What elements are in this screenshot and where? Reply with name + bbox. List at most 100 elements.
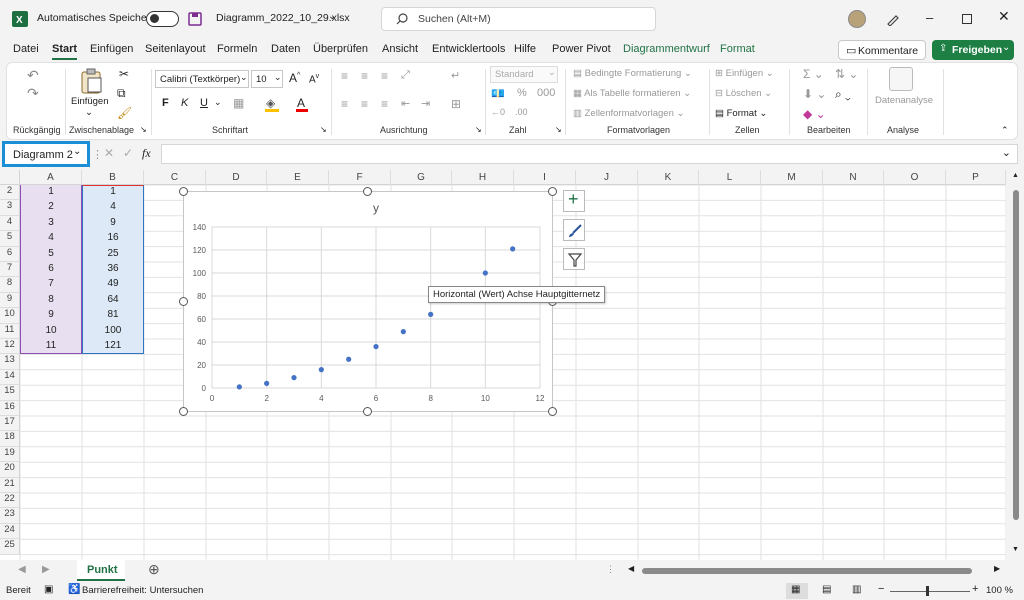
ribbon-collapse-icon[interactable]: ⌃ <box>1001 125 1009 136</box>
percent-icon[interactable]: % <box>517 87 527 99</box>
macro-icon[interactable]: ▣ <box>44 584 53 595</box>
alignment-launcher-icon[interactable]: ↘ <box>475 125 482 134</box>
save-icon[interactable] <box>188 12 202 26</box>
cell-styles-button[interactable]: ▥ Zellenformatvorlagen ⌄ <box>573 108 684 119</box>
delete-cells-button[interactable]: ⊟ Löschen ⌄ <box>715 88 772 99</box>
column-header-c[interactable]: C <box>144 170 206 185</box>
zoom-slider[interactable] <box>890 591 970 592</box>
column-header-j[interactable]: J <box>576 170 638 185</box>
zoom-level[interactable]: 100 % <box>986 585 1013 596</box>
resize-handle-s[interactable] <box>363 407 372 416</box>
thousands-icon[interactable]: 000 <box>537 87 555 99</box>
row-header-24[interactable]: 24 <box>0 523 20 540</box>
clear-icon[interactable]: ◆ ⌄ <box>803 107 826 121</box>
chart-filters-button[interactable] <box>563 248 585 270</box>
tab-entwicklertools[interactable]: Entwicklertools <box>432 43 505 55</box>
page-layout-icon[interactable]: ▤ <box>822 584 831 595</box>
format-cells-button[interactable]: ▤ Format ⌄ <box>715 108 767 119</box>
close-icon[interactable]: ✕ <box>998 8 1010 25</box>
row-header-21[interactable]: 21 <box>0 477 20 493</box>
column-header-p[interactable]: P <box>946 170 1006 185</box>
column-header-o[interactable]: O <box>884 170 946 185</box>
decrease-indent-icon[interactable]: ⇤ <box>401 97 410 110</box>
tab-datei[interactable]: Datei <box>13 43 39 55</box>
column-header-i[interactable]: I <box>514 170 576 185</box>
column-header-e[interactable]: E <box>267 170 329 185</box>
number-launcher-icon[interactable]: ↘ <box>555 125 562 134</box>
scroll-up-icon[interactable]: ▲ <box>1012 172 1019 179</box>
row-header-10[interactable]: 10 <box>0 308 20 324</box>
row-header-3[interactable]: 3 <box>0 200 20 216</box>
row-header-22[interactable]: 22 <box>0 493 20 509</box>
accessibility-icon[interactable]: ♿ <box>68 584 80 595</box>
decrease-decimal-icon[interactable]: .00 <box>515 107 528 117</box>
row-header-16[interactable]: 16 <box>0 400 20 416</box>
normal-view-button[interactable]: ▦ <box>786 583 808 599</box>
formula-input[interactable]: ⌄ <box>161 144 1018 164</box>
resize-handle-ne[interactable] <box>548 187 557 196</box>
increase-indent-icon[interactable]: ⇥ <box>421 97 430 110</box>
name-box[interactable]: Diagramm 2 ⌄ <box>2 141 90 167</box>
align-left-icon[interactable]: ≡ <box>341 97 348 111</box>
tab-hilfe[interactable]: Hilfe <box>514 43 536 55</box>
row-header-15[interactable]: 15 <box>0 385 20 401</box>
orientation-icon[interactable]: ⤢ <box>401 69 410 82</box>
minimize-icon[interactable]: – <box>926 10 933 25</box>
row-header-25[interactable]: 25 <box>0 539 20 555</box>
font-size-select[interactable]: 10 ⌄ <box>251 70 283 88</box>
underline-chevron-icon[interactable]: ⌄ <box>214 97 222 108</box>
split-grip-icon[interactable]: ⋮ <box>606 564 615 575</box>
row-header-14[interactable]: 14 <box>0 369 20 386</box>
resize-handle-nw[interactable] <box>179 187 188 196</box>
page-break-icon[interactable]: ▥ <box>852 584 861 595</box>
scroll-down-icon[interactable]: ▼ <box>1012 546 1019 553</box>
filename-chevron-icon[interactable]: ⌄ <box>328 11 336 22</box>
data-analysis-icon[interactable] <box>889 67 913 91</box>
tab-format[interactable]: Format <box>720 43 755 55</box>
column-header-n[interactable]: N <box>823 170 884 185</box>
autosave-toggle[interactable] <box>146 11 179 27</box>
fill-icon[interactable]: ⬇ ⌄ <box>803 87 826 101</box>
tab-formeln[interactable]: Formeln <box>217 43 257 55</box>
next-sheet-icon[interactable]: ▶ <box>42 564 50 575</box>
font-color-icon[interactable]: A <box>297 96 305 110</box>
column-header-f[interactable]: F <box>329 170 391 185</box>
row-header-12[interactable]: 12 <box>0 339 20 355</box>
grow-font-icon[interactable]: A^ <box>289 71 300 85</box>
format-as-table-button[interactable]: ▦ Als Tabelle formatieren ⌄ <box>573 88 691 99</box>
merge-icon[interactable]: ⊞ <box>451 97 461 111</box>
row-header-7[interactable]: 7 <box>0 262 20 278</box>
paste-icon[interactable] <box>80 68 104 94</box>
row-header-17[interactable]: 17 <box>0 416 20 432</box>
add-sheet-icon[interactable]: ⊕ <box>148 561 160 578</box>
designer-pen-icon[interactable] <box>886 12 900 26</box>
increase-decimal-icon[interactable]: ←0 <box>491 107 505 117</box>
scroll-right-icon[interactable]: ▶ <box>994 564 1000 573</box>
horizontal-scroll-thumb[interactable] <box>642 568 972 574</box>
paste-label[interactable]: Einfügen <box>71 96 109 107</box>
italic-icon[interactable]: K <box>181 97 188 109</box>
prev-sheet-icon[interactable]: ◀ <box>18 564 26 575</box>
row-header-18[interactable]: 18 <box>0 431 20 447</box>
column-header-k[interactable]: K <box>638 170 699 185</box>
currency-icon[interactable]: 💶 <box>491 87 505 100</box>
column-header-b[interactable]: B <box>82 170 144 185</box>
redo-icon[interactable]: ↷ <box>27 85 39 102</box>
sheet-tab-punkt[interactable]: Punkt <box>77 560 125 581</box>
comments-button[interactable]: ▭ Kommentare <box>838 40 926 60</box>
enter-icon[interactable]: ✓ <box>123 146 133 160</box>
column-header-g[interactable]: G <box>391 170 452 185</box>
avatar[interactable] <box>848 10 866 28</box>
maximize-icon[interactable] <box>962 14 972 24</box>
sort-filter-icon[interactable]: ⇅ ⌄ <box>835 67 858 81</box>
search-box[interactable]: Suchen (Alt+M) <box>381 7 656 31</box>
align-top-icon[interactable]: ≡ <box>341 69 348 83</box>
tab-ansicht[interactable]: Ansicht <box>382 43 418 55</box>
row-header-4[interactable]: 4 <box>0 215 20 232</box>
number-format-select[interactable]: Standard ⌄ <box>490 66 558 83</box>
select-all-corner[interactable] <box>0 170 20 185</box>
align-right-icon[interactable]: ≡ <box>381 97 388 111</box>
row-header-11[interactable]: 11 <box>0 323 20 339</box>
find-icon[interactable]: ⌕ ⌄ <box>835 87 851 102</box>
tab-start[interactable]: Start <box>52 43 77 55</box>
